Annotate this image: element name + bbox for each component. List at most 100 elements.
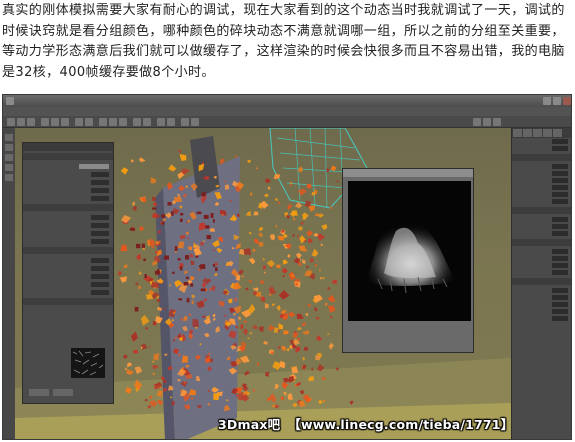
command-tab-icon[interactable] xyxy=(523,129,532,137)
toolbar-button-icon[interactable] xyxy=(493,118,501,126)
menu-bar[interactable] xyxy=(3,107,571,116)
tool-button-icon[interactable] xyxy=(5,164,13,171)
toolbar-button-icon[interactable] xyxy=(17,118,25,126)
toolbar-button-icon[interactable] xyxy=(85,118,93,126)
value-field[interactable] xyxy=(552,302,568,307)
rollout-header[interactable] xyxy=(512,278,571,285)
value-field[interactable] xyxy=(552,164,568,169)
debris-chunk xyxy=(253,211,259,216)
toolbar-button-icon[interactable] xyxy=(109,118,117,126)
value-field[interactable] xyxy=(552,231,568,236)
value-field[interactable] xyxy=(552,185,568,190)
toolbar-button-icon[interactable] xyxy=(181,118,189,126)
debris-chunk xyxy=(138,271,142,276)
value-field[interactable] xyxy=(91,179,109,185)
minimize-icon[interactable] xyxy=(543,97,551,105)
setting-row xyxy=(23,186,113,194)
value-field[interactable] xyxy=(91,281,109,287)
value-field[interactable] xyxy=(552,309,568,314)
panel-button[interactable] xyxy=(29,389,49,396)
debris-chunk xyxy=(245,211,251,216)
render-window-titlebar[interactable] xyxy=(343,169,473,177)
value-field[interactable] xyxy=(552,270,568,275)
command-tab-icon[interactable] xyxy=(543,129,552,137)
section-header[interactable] xyxy=(23,204,113,211)
value-field[interactable] xyxy=(552,146,568,151)
debris-chunk xyxy=(305,313,309,316)
value-field[interactable] xyxy=(552,288,568,293)
tool-button-icon[interactable] xyxy=(5,134,13,141)
tool-button-icon[interactable] xyxy=(5,144,13,151)
toolbar-button-icon[interactable] xyxy=(483,118,491,126)
value-field[interactable] xyxy=(552,199,568,204)
section-header[interactable] xyxy=(23,298,113,305)
toolbar-button-icon[interactable] xyxy=(119,118,127,126)
toolbar-button-icon[interactable] xyxy=(157,118,165,126)
debris-chunk xyxy=(300,221,305,226)
value-field[interactable] xyxy=(91,230,109,236)
value-field[interactable] xyxy=(552,295,568,300)
close-icon[interactable] xyxy=(563,97,571,105)
perspective-viewport[interactable] xyxy=(15,128,511,439)
debris-chunk xyxy=(263,265,266,270)
property-row xyxy=(512,198,571,205)
debris-chunk xyxy=(202,315,206,318)
debris-chunk xyxy=(315,316,320,320)
dropdown-field[interactable] xyxy=(79,163,109,169)
rollout-header[interactable] xyxy=(512,154,571,161)
value-field[interactable] xyxy=(91,273,109,279)
value-field[interactable] xyxy=(91,238,109,244)
debris-chunk-dark xyxy=(203,214,209,219)
command-tab-icon[interactable] xyxy=(513,129,522,137)
value-field[interactable] xyxy=(91,257,109,263)
toolbar-button-icon[interactable] xyxy=(75,118,83,126)
toolbar-button-icon[interactable] xyxy=(99,118,107,126)
rollout-header[interactable] xyxy=(512,207,571,214)
value-field[interactable] xyxy=(552,249,568,254)
value-field[interactable] xyxy=(552,256,568,261)
value-field[interactable] xyxy=(552,171,568,176)
debris-chunk-dark xyxy=(156,269,160,273)
value-field[interactable] xyxy=(552,224,568,229)
value-field[interactable] xyxy=(91,222,109,228)
property-row xyxy=(512,145,571,152)
toolbar-button-icon[interactable] xyxy=(191,118,199,126)
value-field[interactable] xyxy=(91,187,109,193)
value-field[interactable] xyxy=(91,214,109,220)
value-field[interactable] xyxy=(552,192,568,197)
toolbar-button-icon[interactable] xyxy=(167,118,175,126)
section-header[interactable] xyxy=(23,153,113,160)
value-field[interactable] xyxy=(552,178,568,183)
value-field[interactable] xyxy=(91,265,109,271)
tool-button-icon[interactable] xyxy=(5,154,13,161)
section-header[interactable] xyxy=(23,247,113,254)
app-menu-icon[interactable] xyxy=(6,97,14,105)
value-field[interactable] xyxy=(91,195,109,201)
toolbar-button-icon[interactable] xyxy=(61,118,69,126)
property-row xyxy=(512,287,571,294)
toolbar-button-icon[interactable] xyxy=(27,118,35,126)
toolbar-button-icon[interactable] xyxy=(473,118,481,126)
value-field[interactable] xyxy=(552,263,568,268)
toolbar-button-icon[interactable] xyxy=(51,118,59,126)
panel-button[interactable] xyxy=(53,389,73,396)
toolbar-button-icon[interactable] xyxy=(7,118,15,126)
render-preview-window xyxy=(342,168,474,353)
maximize-icon[interactable] xyxy=(553,97,561,105)
rollout-header[interactable] xyxy=(512,239,571,246)
value-field[interactable] xyxy=(552,139,568,144)
debris-chunk xyxy=(296,252,302,259)
command-tab-icon[interactable] xyxy=(533,129,542,137)
toolbar-button-icon[interactable] xyxy=(143,118,151,126)
value-field[interactable] xyxy=(552,316,568,321)
command-tab-icon[interactable] xyxy=(553,129,562,137)
toolbar-button-icon[interactable] xyxy=(133,118,141,126)
value-field[interactable] xyxy=(552,217,568,222)
panel-titlebar[interactable] xyxy=(23,143,113,151)
toolbar-button-icon[interactable] xyxy=(41,118,49,126)
value-field[interactable] xyxy=(91,289,109,295)
value-field[interactable] xyxy=(91,171,109,177)
debris-chunk-dark xyxy=(185,276,189,280)
debris-chunk xyxy=(244,287,249,291)
tool-button-icon[interactable] xyxy=(5,174,13,181)
